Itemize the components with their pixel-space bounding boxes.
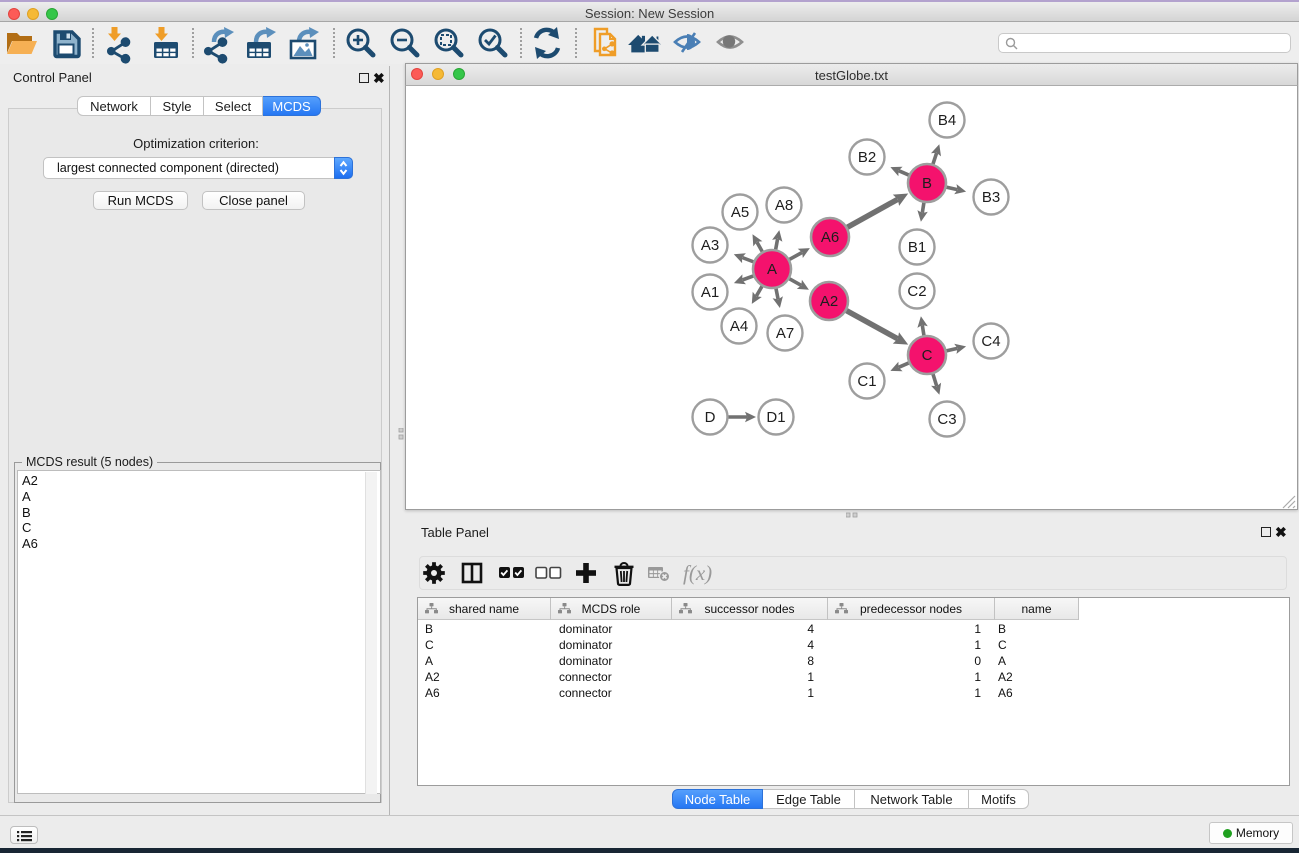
svg-text:B: B [922, 175, 932, 192]
svg-text:A: A [767, 261, 777, 278]
svg-text:B2: B2 [858, 149, 876, 166]
svg-text:D1: D1 [766, 409, 785, 426]
svg-text:f(x): f(x) [683, 561, 712, 585]
svg-text:B4: B4 [938, 112, 956, 129]
svg-text:C4: C4 [981, 333, 1000, 350]
svg-text:A7: A7 [776, 325, 794, 342]
svg-text:C2: C2 [907, 283, 926, 300]
svg-text:A4: A4 [730, 318, 748, 335]
svg-text:A8: A8 [775, 197, 793, 214]
svg-text:A2: A2 [820, 293, 838, 310]
svg-text:A3: A3 [701, 237, 719, 254]
svg-text:C: C [922, 347, 933, 364]
svg-text:A5: A5 [731, 204, 749, 221]
svg-text:B3: B3 [982, 189, 1000, 206]
svg-text:C1: C1 [857, 373, 876, 390]
svg-text:A1: A1 [701, 284, 719, 301]
svg-text:A6: A6 [821, 229, 839, 246]
svg-text:C3: C3 [937, 411, 956, 428]
svg-text:D: D [705, 409, 716, 426]
svg-text:B1: B1 [908, 239, 926, 256]
